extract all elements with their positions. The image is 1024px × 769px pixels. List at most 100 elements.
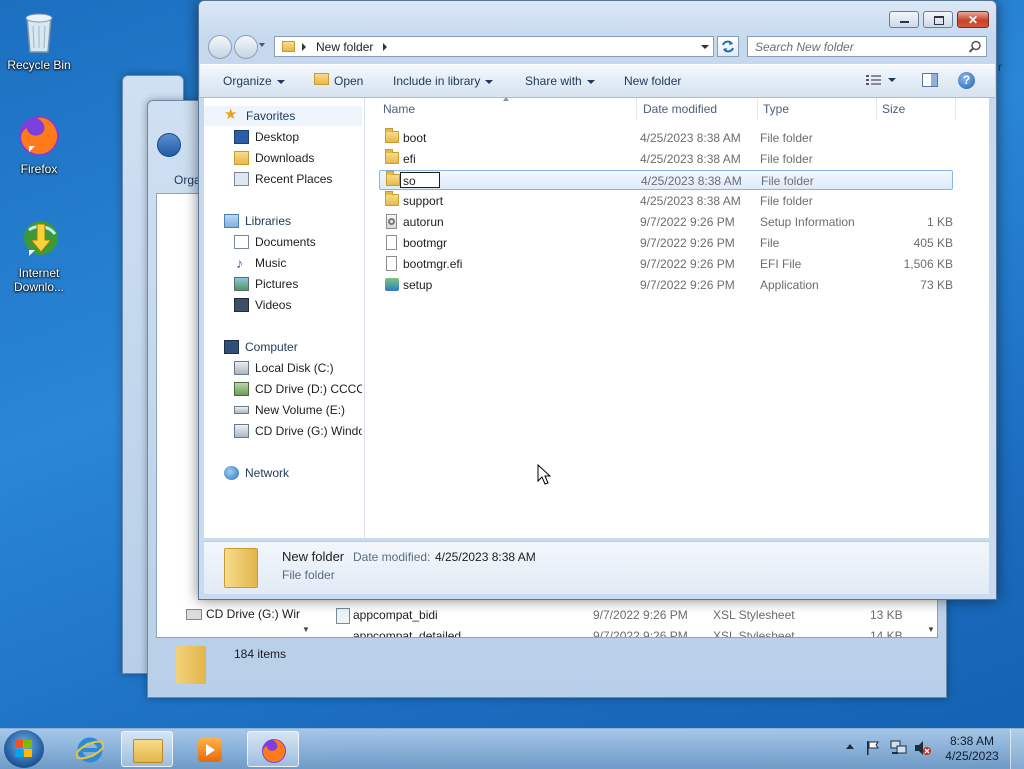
file-row[interactable]: efi 4/25/2023 8:38 AM File folder bbox=[379, 149, 953, 169]
desktop-icon-label: Recycle Bin bbox=[7, 58, 71, 72]
search-icon[interactable] bbox=[968, 40, 982, 54]
windows-explorer-icon bbox=[133, 739, 163, 763]
minimize-button[interactable] bbox=[889, 11, 919, 28]
scroll-down-arrow[interactable]: ▼ bbox=[302, 625, 310, 634]
search-input[interactable]: Search New folder bbox=[747, 36, 987, 57]
desktop-icon-internet-download-manager[interactable]: Internet Downlo... bbox=[2, 216, 76, 294]
share-with-label: Share with bbox=[525, 74, 582, 88]
back-button[interactable] bbox=[157, 133, 181, 157]
file-row[interactable]: autorun 9/7/2022 9:26 PM Setup Information… bbox=[379, 212, 953, 232]
include-in-library-button[interactable]: Include in library bbox=[393, 74, 494, 88]
column-header-name[interactable]: Name bbox=[383, 102, 415, 116]
forward-button[interactable] bbox=[234, 35, 258, 59]
file-icon bbox=[386, 256, 397, 271]
open-button[interactable]: Open bbox=[314, 73, 363, 88]
bg-row-name[interactable]: appcompat_bidi bbox=[353, 608, 438, 622]
help-button[interactable]: ? bbox=[958, 72, 975, 89]
taskbar-internet-explorer[interactable] bbox=[64, 731, 116, 767]
nav-videos[interactable]: Videos bbox=[234, 295, 291, 315]
change-view-button[interactable] bbox=[866, 74, 906, 88]
clock[interactable]: 8:38 AM 4/25/2023 bbox=[944, 734, 1000, 764]
desktop-icon-label: Firefox bbox=[20, 162, 58, 176]
file-date: 4/25/2023 8:38 AM bbox=[640, 194, 741, 208]
file-size: 1 KB bbox=[926, 215, 953, 229]
taskbar-firefox[interactable] bbox=[247, 731, 299, 767]
breadcrumb-arrow-icon[interactable] bbox=[302, 43, 306, 51]
nav-pictures[interactable]: Pictures bbox=[234, 274, 298, 294]
column-header-size[interactable]: Size bbox=[882, 102, 905, 116]
internet-explorer-icon bbox=[76, 737, 104, 763]
recent-pages-dropdown[interactable] bbox=[259, 43, 265, 47]
star-icon: ★ bbox=[224, 106, 238, 123]
nav-item-cd-drive-g[interactable]: CD Drive (G:) Wir bbox=[206, 607, 300, 621]
bg-row-size: 14 KB bbox=[870, 629, 903, 637]
drive-icon bbox=[234, 406, 249, 414]
show-hidden-icons-button[interactable] bbox=[846, 744, 854, 749]
mouse-cursor bbox=[537, 464, 551, 485]
preview-pane-button[interactable] bbox=[922, 73, 938, 87]
rename-input[interactable]: so bbox=[400, 172, 440, 188]
nav-new-volume-e[interactable]: New Volume (E:) bbox=[234, 400, 362, 420]
desktop-icon-firefox[interactable]: Firefox bbox=[2, 112, 76, 176]
nav-documents[interactable]: Documents bbox=[234, 232, 316, 252]
recent-places-icon bbox=[234, 172, 249, 186]
explorer-window[interactable]: ✕ New folder Search New folder Organize … bbox=[198, 0, 997, 600]
taskbar-media-player[interactable] bbox=[184, 731, 236, 767]
address-dropdown-icon[interactable] bbox=[701, 45, 709, 49]
music-icon: ♪ bbox=[236, 255, 243, 271]
videos-icon bbox=[234, 298, 249, 312]
start-button[interactable] bbox=[4, 730, 44, 768]
file-list: Name Date modified Type Size boot 4/25/20… bbox=[365, 97, 989, 538]
nav-computer[interactable]: Computer bbox=[224, 337, 298, 357]
folder-large-icon bbox=[224, 548, 258, 588]
column-header-type[interactable]: Type bbox=[763, 102, 789, 116]
nav-label: Videos bbox=[255, 298, 292, 312]
scroll-down-arrow[interactable]: ▼ bbox=[927, 625, 935, 634]
file-row[interactable]: so 4/25/2023 8:38 AM File folder bbox=[379, 170, 953, 190]
firefox-icon bbox=[15, 112, 63, 160]
chevron-down-icon bbox=[888, 78, 896, 82]
documents-icon bbox=[234, 235, 249, 249]
nav-network[interactable]: Network bbox=[224, 463, 289, 483]
nav-desktop[interactable]: Desktop bbox=[234, 127, 299, 147]
file-row[interactable]: bootmgr 9/7/2022 9:26 PM File 405 KB bbox=[379, 233, 953, 253]
nav-local-disk-c[interactable]: Local Disk (C:) bbox=[234, 358, 362, 378]
action-center-flag-icon[interactable] bbox=[866, 740, 880, 756]
nav-recent-places[interactable]: Recent Places bbox=[234, 169, 332, 189]
bg-row-name[interactable]: appcompat_detailed bbox=[353, 629, 461, 637]
file-row[interactable]: boot 4/25/2023 8:38 AM File folder bbox=[379, 128, 953, 148]
refresh-button[interactable] bbox=[717, 36, 739, 57]
organize-button[interactable]: Organize bbox=[223, 74, 285, 88]
nav-cd-drive-g[interactable]: CD Drive (G:) Windo bbox=[234, 421, 362, 441]
file-row[interactable]: support 4/25/2023 8:38 AM File folder bbox=[379, 191, 953, 211]
desktop-icon bbox=[234, 130, 249, 144]
address-bar[interactable]: New folder bbox=[274, 36, 714, 57]
include-in-library-label: Include in library bbox=[393, 74, 481, 88]
column-header-date[interactable]: Date modified bbox=[643, 102, 717, 116]
show-desktop-button[interactable] bbox=[1010, 729, 1024, 769]
close-button[interactable]: ✕ bbox=[957, 11, 989, 28]
breadcrumb-new-folder[interactable]: New folder bbox=[316, 40, 373, 54]
file-row[interactable]: setup 9/7/2022 9:26 PM Application 73 KB bbox=[379, 275, 953, 295]
nav-libraries[interactable]: Libraries bbox=[224, 211, 291, 231]
file-name: autorun bbox=[403, 215, 444, 229]
nav-label: Network bbox=[245, 466, 290, 480]
maximize-button[interactable] bbox=[923, 11, 953, 28]
pictures-icon bbox=[234, 277, 249, 291]
volume-muted-icon[interactable] bbox=[914, 740, 932, 756]
back-button[interactable] bbox=[208, 35, 232, 59]
network-tray-icon[interactable] bbox=[890, 740, 908, 756]
nav-downloads[interactable]: Downloads bbox=[234, 148, 314, 168]
file-row[interactable]: bootmgr.efi 9/7/2022 9:26 PM EFI File 1,506… bbox=[379, 254, 953, 274]
taskbar-windows-explorer[interactable] bbox=[121, 731, 173, 767]
details-name: New folder bbox=[282, 549, 345, 564]
nav-cd-drive-d[interactable]: CD Drive (D:) CCCOI bbox=[234, 379, 362, 399]
breadcrumb-arrow-icon[interactable] bbox=[383, 43, 387, 51]
file-type: Application bbox=[760, 278, 819, 292]
close-icon: ✕ bbox=[968, 13, 979, 27]
nav-music[interactable]: ♪ Music bbox=[234, 253, 286, 273]
new-folder-button[interactable]: New folder bbox=[624, 74, 681, 88]
desktop-icon-recycle-bin[interactable]: Recycle Bin bbox=[2, 8, 76, 72]
nav-favorites[interactable]: ★ Favorites bbox=[204, 106, 362, 126]
share-with-button[interactable]: Share with bbox=[525, 74, 595, 88]
